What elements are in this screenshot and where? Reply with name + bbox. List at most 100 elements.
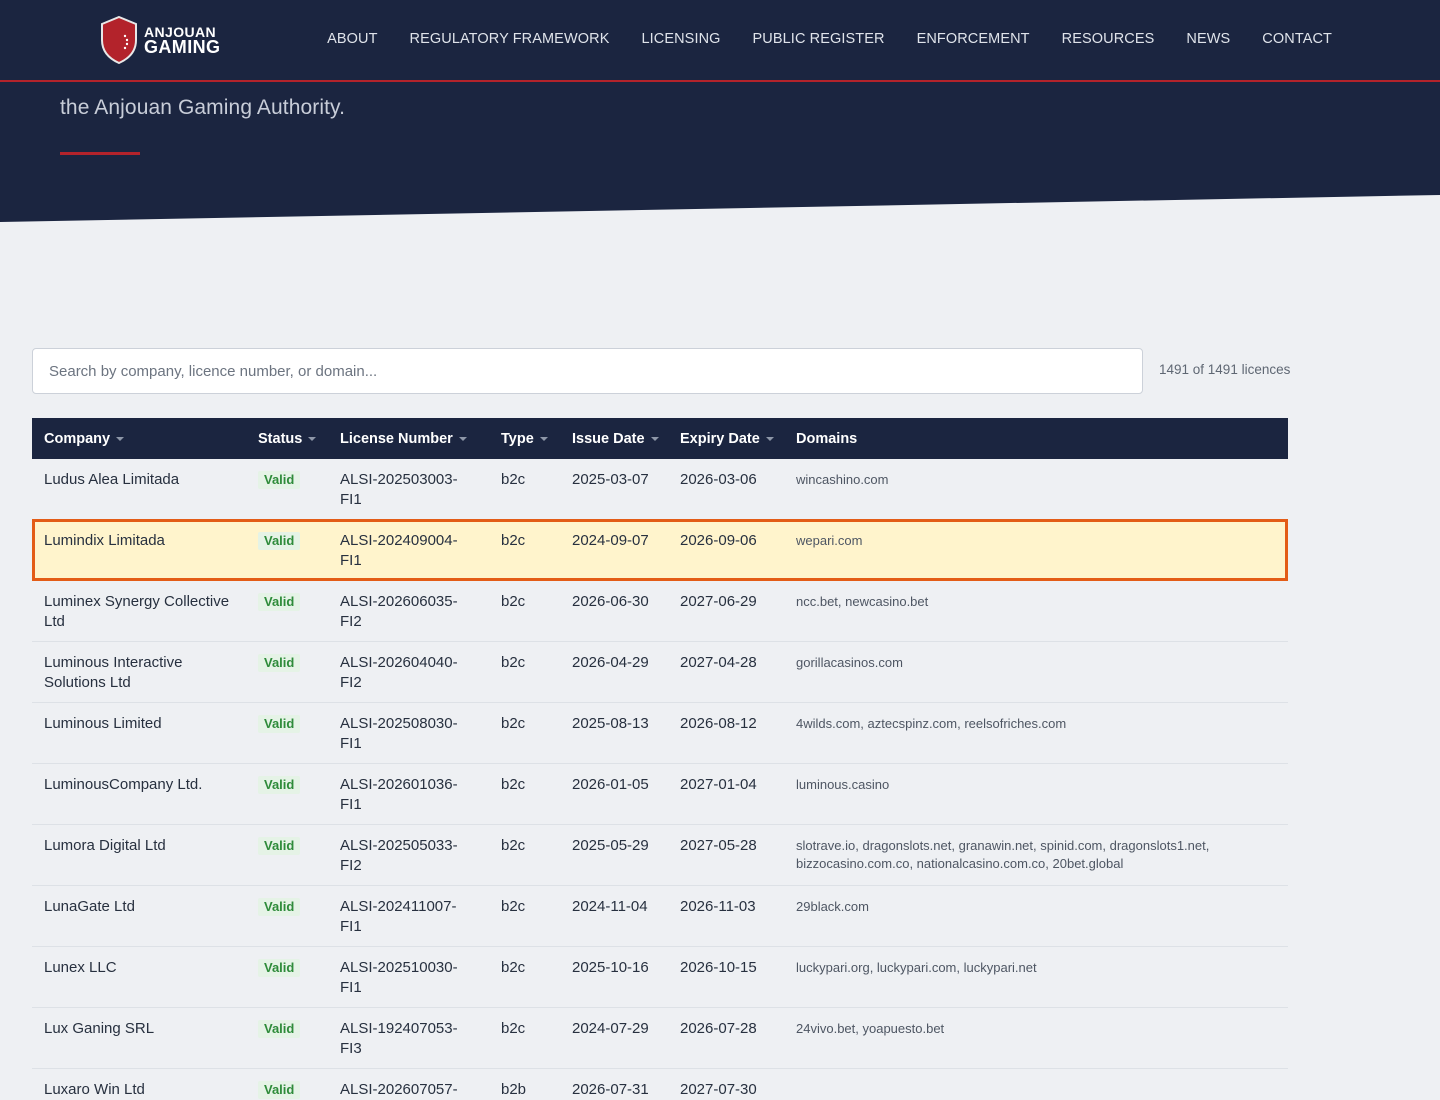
cell-issue-date: 2026-06-30 xyxy=(560,580,668,642)
column-header-expiry-date[interactable]: Expiry Date xyxy=(668,418,784,459)
column-label: Expiry Date xyxy=(680,430,760,447)
column-header-type[interactable]: Type xyxy=(489,418,560,459)
cell-expiry-date-text: 2027-05-28 xyxy=(680,837,757,854)
nav-regulatory-framework[interactable]: REGULATORY FRAMEWORK xyxy=(410,31,610,47)
cell-license-number-text: ALSI-202411007-FI1 xyxy=(340,898,457,935)
cell-domains: ncc.bet, newcasino.bet xyxy=(784,580,1288,642)
cell-company: LunaGate Ltd xyxy=(32,885,246,947)
cell-type-text: b2c xyxy=(501,959,526,976)
cell-expiry-date-text: 2027-07-30 xyxy=(680,1081,757,1098)
site-logo[interactable]: ANJOUAN GAMING xyxy=(100,16,220,64)
cell-type: b2c xyxy=(489,702,560,764)
column-label: Type xyxy=(501,430,534,447)
sort-caret-icon xyxy=(539,436,548,441)
table-row[interactable]: Luminex Synergy Collective Ltd Valid ALSI-… xyxy=(32,580,1288,642)
table-row[interactable]: Lumora Digital Ltd Valid ALSI-202505033-FI… xyxy=(32,824,1288,886)
cell-license-number-text: ALSI-202409004-FI1 xyxy=(340,532,458,569)
cell-license-number: ALSI-202606035-FI2 xyxy=(328,580,489,642)
cell-issue-date-text: 2026-06-30 xyxy=(572,593,649,610)
cell-type-text: b2c xyxy=(501,1020,526,1037)
cell-type: b2c xyxy=(489,459,560,520)
status-badge: Valid xyxy=(258,471,301,489)
cell-type: b2b xyxy=(489,1068,560,1100)
nav-resources[interactable]: RESOURCES xyxy=(1062,31,1155,47)
cell-company: Luminex Synergy Collective Ltd xyxy=(32,580,246,642)
nav-contact[interactable]: CONTACT xyxy=(1262,31,1332,47)
search-input[interactable] xyxy=(32,348,1143,394)
cell-license-number-text: ALSI-202604040-FI2 xyxy=(340,654,458,691)
cell-domains: 4wilds.com, aztecspinz.com, reelsofriche… xyxy=(784,702,1288,764)
column-header-status[interactable]: Status xyxy=(246,418,328,459)
cell-status: Valid xyxy=(246,1007,328,1069)
table-row[interactable]: Luminous Interactive Solutions Ltd Valid A… xyxy=(32,641,1288,703)
nav-licensing[interactable]: LICENSING xyxy=(641,31,720,47)
cell-expiry-date-text: 2027-04-28 xyxy=(680,654,757,671)
cell-domains-text: wepari.com xyxy=(796,533,863,548)
cell-license-number: ALSI-202607057-FI2 xyxy=(328,1068,489,1100)
table-row[interactable]: LunaGate Ltd Valid ALSI-202411007-FI1 b2c 20… xyxy=(32,885,1288,947)
table-row[interactable]: LuminousCompany Ltd. Valid ALSI-202601036-… xyxy=(32,763,1288,825)
cell-expiry-date-text: 2026-11-03 xyxy=(680,898,756,915)
column-header-issue-date[interactable]: Issue Date xyxy=(560,418,668,459)
cell-license-number-text: ALSI-202606035-FI2 xyxy=(340,593,458,630)
nav-news[interactable]: NEWS xyxy=(1186,31,1230,47)
cell-issue-date: 2024-07-29 xyxy=(560,1007,668,1069)
shield-logo-icon xyxy=(101,16,137,64)
cell-license-number-text: ALSI-192407053-FI3 xyxy=(340,1020,458,1057)
cell-status: Valid xyxy=(246,459,328,520)
hero-intro-text: the Anjouan Gaming Authority. xyxy=(60,96,346,119)
cell-issue-date: 2025-03-07 xyxy=(560,459,668,520)
status-badge: Valid xyxy=(258,1020,301,1038)
cell-issue-date-text: 2024-09-07 xyxy=(572,532,649,549)
cell-expiry-date: 2026-07-28 xyxy=(668,1007,784,1069)
table-row[interactable]: Luxaro Win Ltd Valid ALSI-202607057-FI2 b2b… xyxy=(32,1068,1288,1100)
column-header-license-number[interactable]: License Number xyxy=(328,418,489,459)
status-badge: Valid xyxy=(258,715,301,733)
cell-license-number: ALSI-202503003-FI1 xyxy=(328,459,489,520)
cell-company: Lumindix Limitada xyxy=(32,519,246,581)
table-row[interactable]: Lunex LLC Valid ALSI-202510030-FI1 b2c 2025-… xyxy=(32,946,1288,1008)
column-label: License Number xyxy=(340,430,453,447)
cell-company-text: Lumindix Limitada xyxy=(44,532,165,549)
status-badge: Valid xyxy=(258,898,301,916)
table-row[interactable]: Luminous Limited Valid ALSI-202508030-FI1 b… xyxy=(32,702,1288,764)
cell-license-number: ALSI-202411007-FI1 xyxy=(328,885,489,947)
cell-company-text: Luxaro Win Ltd xyxy=(44,1081,145,1098)
cell-domains-text: luckypari.org, luckypari.com, luckypari.… xyxy=(796,960,1037,975)
cell-type-text: b2c xyxy=(501,471,526,488)
cell-company-text: Luminex Synergy Collective Ltd xyxy=(44,593,230,630)
cell-company: Lumora Digital Ltd xyxy=(32,824,246,886)
cell-license-number-text: ALSI-202510030-FI1 xyxy=(340,959,458,996)
cell-issue-date-text: 2025-10-16 xyxy=(572,959,649,976)
cell-domains: wincashino.com xyxy=(784,459,1288,520)
cell-type: b2c xyxy=(489,580,560,642)
nav-public-register[interactable]: PUBLIC REGISTER xyxy=(753,31,885,47)
cell-type: b2c xyxy=(489,1007,560,1069)
nav-enforcement[interactable]: ENFORCEMENT xyxy=(917,31,1030,47)
cell-expiry-date-text: 2027-06-29 xyxy=(680,593,757,610)
cell-issue-date-text: 2025-03-07 xyxy=(572,471,649,488)
logo-line-2: GAMING xyxy=(144,37,221,57)
cell-domains-text: gorillacasinos.com xyxy=(796,655,903,670)
cell-status: Valid xyxy=(246,824,328,886)
column-header-company[interactable]: Company xyxy=(32,418,246,459)
cell-issue-date-text: 2025-08-13 xyxy=(572,715,649,732)
nav-about[interactable]: ABOUT xyxy=(327,31,377,47)
cell-domains-text: wincashino.com xyxy=(796,472,889,487)
cell-issue-date-text: 2025-05-29 xyxy=(572,837,649,854)
cell-domains-text: luminous.casino xyxy=(796,777,890,792)
cell-type-text: b2c xyxy=(501,776,526,793)
table-row[interactable]: Lux Ganing SRL Valid ALSI-192407053-FI3 b2c… xyxy=(32,1007,1288,1069)
cell-domains: 24vivo.bet, yoapuesto.bet xyxy=(784,1007,1288,1069)
cell-expiry-date-text: 2026-08-12 xyxy=(680,715,757,732)
sort-caret-icon xyxy=(650,436,659,441)
cell-company-text: Lunex LLC xyxy=(44,959,117,976)
sort-caret-icon xyxy=(458,436,467,441)
table-row[interactable]: Lumindix Limitada Valid ALSI-202409004-FI1… xyxy=(32,519,1288,581)
cell-license-number: ALSI-202601036-FI1 xyxy=(328,763,489,825)
table-row[interactable]: Ludus Alea Limitada Valid ALSI-202503003-F… xyxy=(32,459,1288,520)
cell-license-number-text: ALSI-202505033-FI2 xyxy=(340,837,458,874)
cell-issue-date: 2026-07-31 xyxy=(560,1068,668,1100)
cell-company: Luminous Limited xyxy=(32,702,246,764)
cell-expiry-date-text: 2026-03-06 xyxy=(680,471,757,488)
